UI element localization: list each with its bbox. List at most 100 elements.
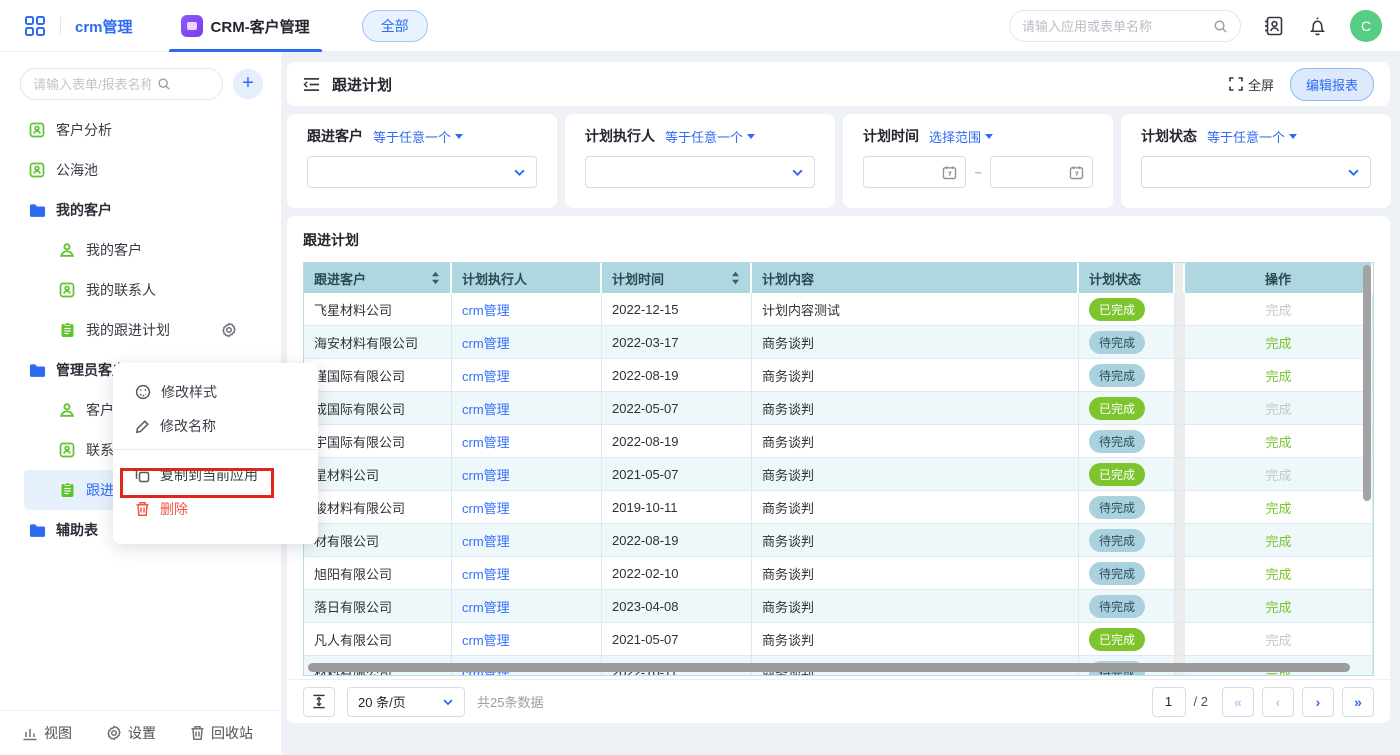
fixed-column-divider (1175, 590, 1185, 623)
cell-customer: 瑾国际有限公司 (304, 359, 452, 392)
sidebar-item-5[interactable]: 我的跟进计划 (0, 310, 281, 350)
column-header-2[interactable]: 计划时间 (602, 263, 752, 293)
complete-action[interactable]: 完成 (1265, 432, 1291, 451)
executor-link[interactable]: crm管理 (462, 432, 510, 451)
date-start-input[interactable] (863, 156, 966, 188)
cell-executor: crm管理 (452, 293, 602, 326)
context-menu-item-2[interactable]: 复制到当前应用 (113, 458, 318, 492)
sidebar-item-1[interactable]: 公海池 (0, 150, 281, 190)
executor-link[interactable]: crm管理 (462, 564, 510, 583)
sidebar-search-input[interactable] (33, 77, 151, 92)
filter-condition-link[interactable]: 选择范围 (929, 127, 993, 146)
column-header-0[interactable]: 跟进客户 (304, 263, 452, 293)
cell-executor: crm管理 (452, 359, 602, 392)
complete-action[interactable]: 完成 (1265, 498, 1291, 517)
prev-page-button[interactable]: ‹ (1262, 687, 1294, 717)
date-end-input[interactable] (990, 156, 1093, 188)
status-badge: 待完成 (1089, 595, 1145, 618)
vertical-scrollbar[interactable] (1363, 265, 1371, 501)
item-settings-gear-icon[interactable] (221, 322, 237, 338)
page-size-select[interactable]: 20 条/页 (347, 687, 465, 717)
user-avatar[interactable]: C (1350, 10, 1382, 42)
sort-icon[interactable] (731, 271, 740, 285)
horizontal-scrollbar[interactable] (308, 663, 1350, 672)
filter-label: 计划时间 (863, 126, 919, 146)
fullscreen-icon (1229, 77, 1243, 91)
cell-date: 2019-10-11 (602, 491, 752, 524)
page-number-input[interactable] (1152, 687, 1186, 717)
cell-date: 2023-04-08 (602, 590, 752, 623)
sidebar-form-search[interactable] (20, 68, 223, 100)
edit-report-button[interactable]: 编辑报表 (1290, 68, 1374, 101)
first-page-button[interactable]: « (1222, 687, 1254, 717)
cell-date: 2021-05-07 (602, 458, 752, 491)
table-row-8: 旭阳有限公司crm管理2022-02-10商务谈判待完成完成 (304, 557, 1373, 590)
filter-condition-link[interactable]: 等于任意一个 (1207, 127, 1297, 146)
executor-link[interactable]: crm管理 (462, 333, 510, 352)
collapse-sidebar-icon[interactable] (303, 77, 320, 92)
all-filter-pill[interactable]: 全部 (362, 10, 428, 42)
complete-action[interactable]: 完成 (1265, 564, 1291, 583)
apps-grid-icon[interactable] (24, 15, 46, 37)
executor-link[interactable]: crm管理 (462, 630, 510, 649)
app-name-link[interactable]: crm管理 (75, 16, 133, 37)
cell-content: 商务谈判 (752, 392, 1079, 425)
sidebar-footer-1[interactable]: 设置 (106, 723, 156, 743)
fullscreen-button[interactable]: 全屏 (1229, 75, 1274, 94)
executor-link[interactable]: crm管理 (462, 300, 510, 319)
next-page-button[interactable]: › (1302, 687, 1334, 717)
cell-action: 完成 (1185, 359, 1373, 392)
filter-condition-link[interactable]: 等于任意一个 (665, 127, 755, 146)
cell-action: 完成 (1185, 491, 1373, 524)
filter-condition-link[interactable]: 等于任意一个 (373, 127, 463, 146)
cell-action: 完成 (1185, 557, 1373, 590)
row-height-button[interactable] (303, 687, 335, 717)
pagination-bar: 20 条/页 共25条数据 / 2 « ‹ › » (287, 679, 1390, 723)
cell-content: 商务谈判 (752, 623, 1079, 656)
executor-link[interactable]: crm管理 (462, 597, 510, 616)
cell-executor: crm管理 (452, 458, 602, 491)
executor-link[interactable]: crm管理 (462, 399, 510, 418)
global-search-input[interactable] (1022, 19, 1205, 34)
executor-link[interactable]: crm管理 (462, 366, 510, 385)
cell-action: 完成 (1185, 392, 1373, 425)
context-menu-item-1[interactable]: 修改名称 (113, 409, 318, 443)
sidebar-footer-0[interactable]: 视图 (22, 723, 72, 743)
sidebar-item-3[interactable]: 我的客户 (0, 230, 281, 270)
global-search[interactable] (1009, 10, 1241, 42)
executor-link[interactable]: crm管理 (462, 498, 510, 517)
sidebar-footer-2[interactable]: 回收站 (190, 723, 253, 743)
contacts-icon[interactable] (1263, 15, 1285, 37)
context-menu-item-0[interactable]: 修改样式 (113, 375, 318, 409)
sidebar-item-4[interactable]: 我的联系人 (0, 270, 281, 310)
cell-action: 完成 (1185, 425, 1373, 458)
status-badge: 待完成 (1089, 529, 1145, 552)
fixed-column-divider (1175, 458, 1185, 491)
executor-link[interactable]: crm管理 (462, 531, 510, 550)
complete-action[interactable]: 完成 (1265, 366, 1291, 385)
sidebar-item-label: 我的客户 (56, 200, 112, 220)
menu-divider (113, 449, 318, 450)
filter-select[interactable] (1141, 156, 1371, 188)
sort-icon[interactable] (431, 271, 440, 285)
last-page-button[interactable]: » (1342, 687, 1374, 717)
cell-date: 2022-08-19 (602, 359, 752, 392)
caret-down-icon (985, 134, 993, 139)
complete-action[interactable]: 完成 (1265, 333, 1291, 352)
sidebar-item-0[interactable]: 客户分析 (0, 110, 281, 150)
filter-label: 计划状态 (1141, 126, 1197, 146)
add-form-button[interactable]: + (233, 69, 263, 99)
notifications-bell-icon[interactable] (1307, 16, 1328, 37)
filter-select[interactable] (307, 156, 537, 188)
filter-label: 计划执行人 (585, 126, 655, 146)
context-menu-item-3[interactable]: 删除 (113, 492, 318, 526)
table-body: 飞星材料公司crm管理2022-12-15计划内容测试已完成完成海安材料有限公司… (304, 293, 1373, 676)
executor-link[interactable]: crm管理 (462, 465, 510, 484)
cell-action: 完成 (1185, 623, 1373, 656)
sidebar-item-2[interactable]: 我的客户 (0, 190, 281, 230)
complete-action[interactable]: 完成 (1265, 531, 1291, 550)
filter-select[interactable] (585, 156, 815, 188)
complete-action[interactable]: 完成 (1265, 597, 1291, 616)
tab-crm-customer-management[interactable]: CRM-客户管理 (165, 0, 326, 52)
cell-content: 商务谈判 (752, 425, 1079, 458)
